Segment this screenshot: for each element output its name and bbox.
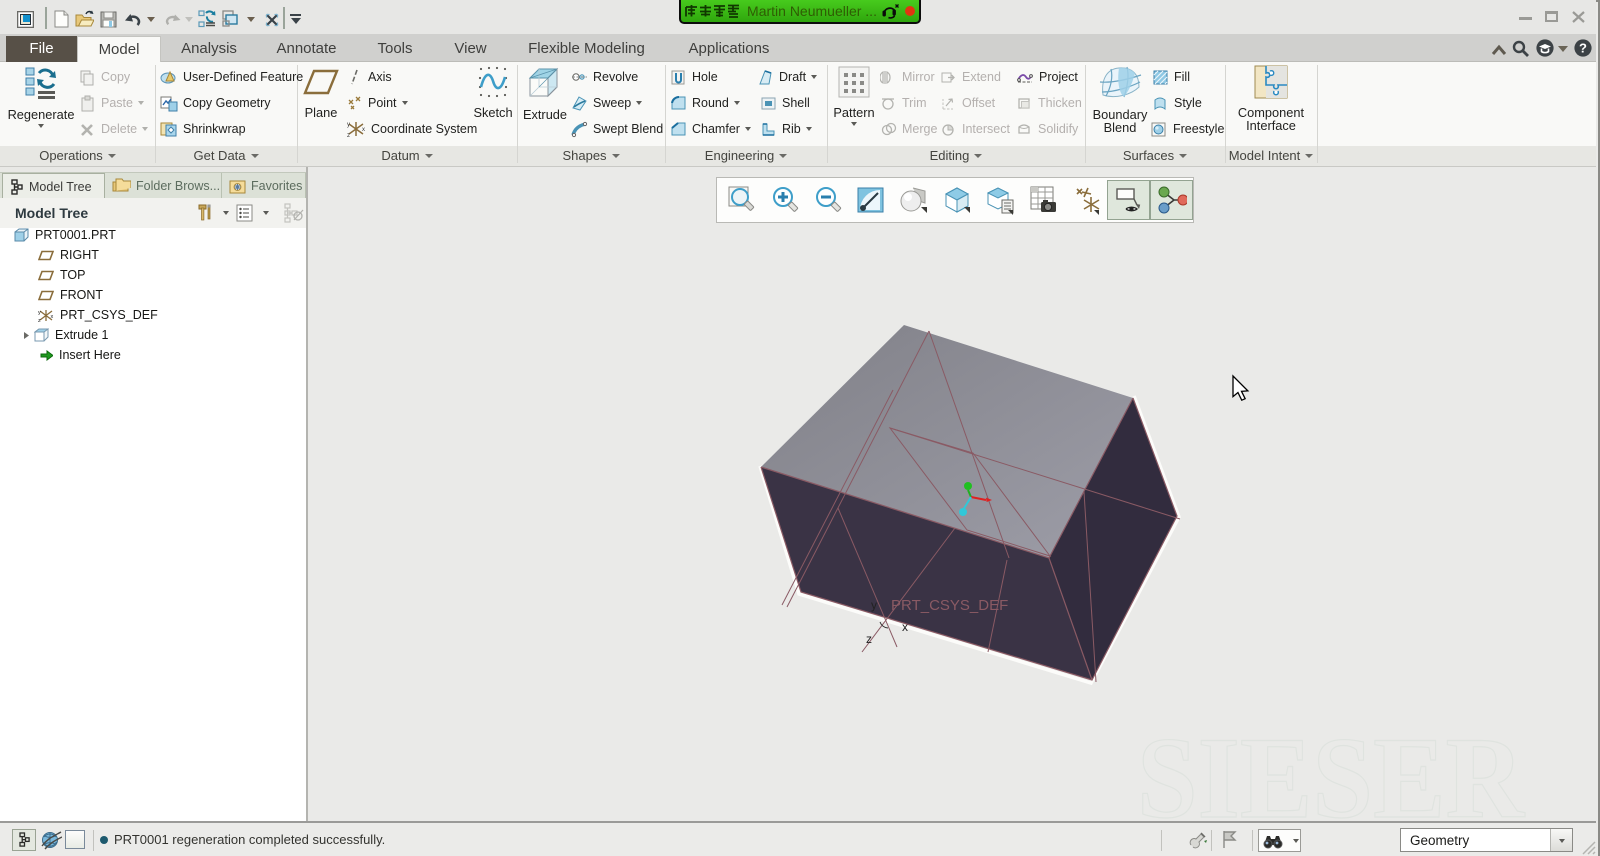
svg-text:x: x [902, 620, 908, 634]
svg-text:y: y [871, 598, 877, 612]
svg-text:z: z [347, 133, 350, 138]
svg-text:x: x [362, 127, 365, 133]
svg-text:y: y [347, 122, 350, 128]
svg-text:z: z [866, 632, 872, 646]
svg-text:PRT_CSYS_DEF: PRT_CSYS_DEF [891, 597, 1008, 614]
svg-text:y: y [38, 310, 41, 316]
svg-text:?: ? [1579, 41, 1587, 56]
svg-text:z: z [38, 318, 41, 322]
svg-text:x: x [51, 314, 54, 320]
